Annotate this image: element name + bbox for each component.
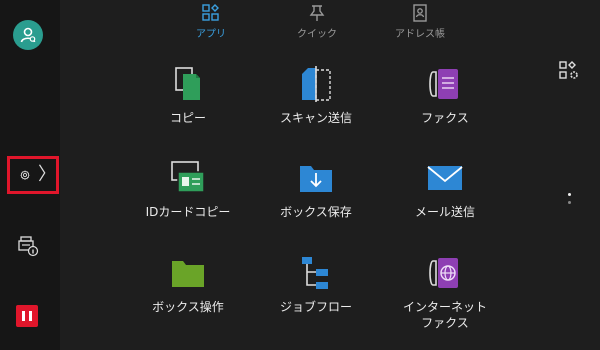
tab-quick[interactable]: クイック xyxy=(262,4,372,44)
app-fax[interactable]: ファクス xyxy=(385,66,505,156)
internet-fax-icon xyxy=(429,258,458,288)
tab-label: アドレス帳 xyxy=(395,29,445,40)
app-internet-fax[interactable]: インターネット ファクス xyxy=(385,255,505,345)
app-copy[interactable]: コピー xyxy=(128,66,248,156)
pushpin-icon xyxy=(309,5,325,21)
tab-bar: アプリ クイック アドレス帳 xyxy=(150,0,510,46)
app-label: ボックス操作 xyxy=(152,300,224,314)
apps-icon xyxy=(202,4,219,21)
tab-label: アプリ xyxy=(196,29,226,40)
app-label: インターネット ファクス xyxy=(402,300,487,330)
app-label: メール送信 xyxy=(414,205,475,219)
app-label: コピー xyxy=(169,111,206,125)
id-card-copy-icon xyxy=(171,161,205,193)
job-flow-icon xyxy=(302,257,328,289)
tab-label: クイック xyxy=(297,29,337,40)
fax-icon xyxy=(429,69,458,99)
side-rail: 〉 xyxy=(0,0,60,350)
box-operation-icon xyxy=(172,261,204,287)
user-avatar-icon[interactable] xyxy=(13,20,43,50)
tab-apps[interactable]: アプリ xyxy=(156,4,266,44)
app-label: スキャン送信 xyxy=(279,111,352,125)
app-label: IDカードコピー xyxy=(145,205,231,219)
page-indicator xyxy=(567,193,573,207)
email-icon xyxy=(427,166,463,190)
scan-send-icon xyxy=(302,66,331,102)
chevron-right-icon: 〉 xyxy=(38,164,56,185)
app-label: ファクス xyxy=(421,111,469,125)
tab-address-book[interactable]: アドレス帳 xyxy=(365,4,475,44)
app-box-save[interactable]: ボックス保存 xyxy=(256,160,376,250)
app-scan-send[interactable]: スキャン送信 xyxy=(256,66,376,156)
copy-icon xyxy=(175,67,200,100)
address-book-icon xyxy=(413,4,427,22)
printer-status-icon[interactable] xyxy=(17,234,41,258)
app-job-flow[interactable]: ジョブフロー xyxy=(256,255,376,345)
app-label: ボックス保存 xyxy=(280,205,352,219)
app-id-card-copy[interactable]: IDカードコピー xyxy=(128,160,248,250)
app-email[interactable]: メール送信 xyxy=(385,160,505,250)
app-box-operation[interactable]: ボックス操作 xyxy=(128,255,248,345)
box-save-icon xyxy=(300,166,332,192)
gear-icon xyxy=(20,170,30,180)
layout-settings-icon[interactable] xyxy=(558,60,582,82)
pause-icon[interactable] xyxy=(16,305,38,327)
app-label: ジョブフロー xyxy=(279,300,352,314)
settings-button[interactable]: 〉 xyxy=(7,156,59,194)
